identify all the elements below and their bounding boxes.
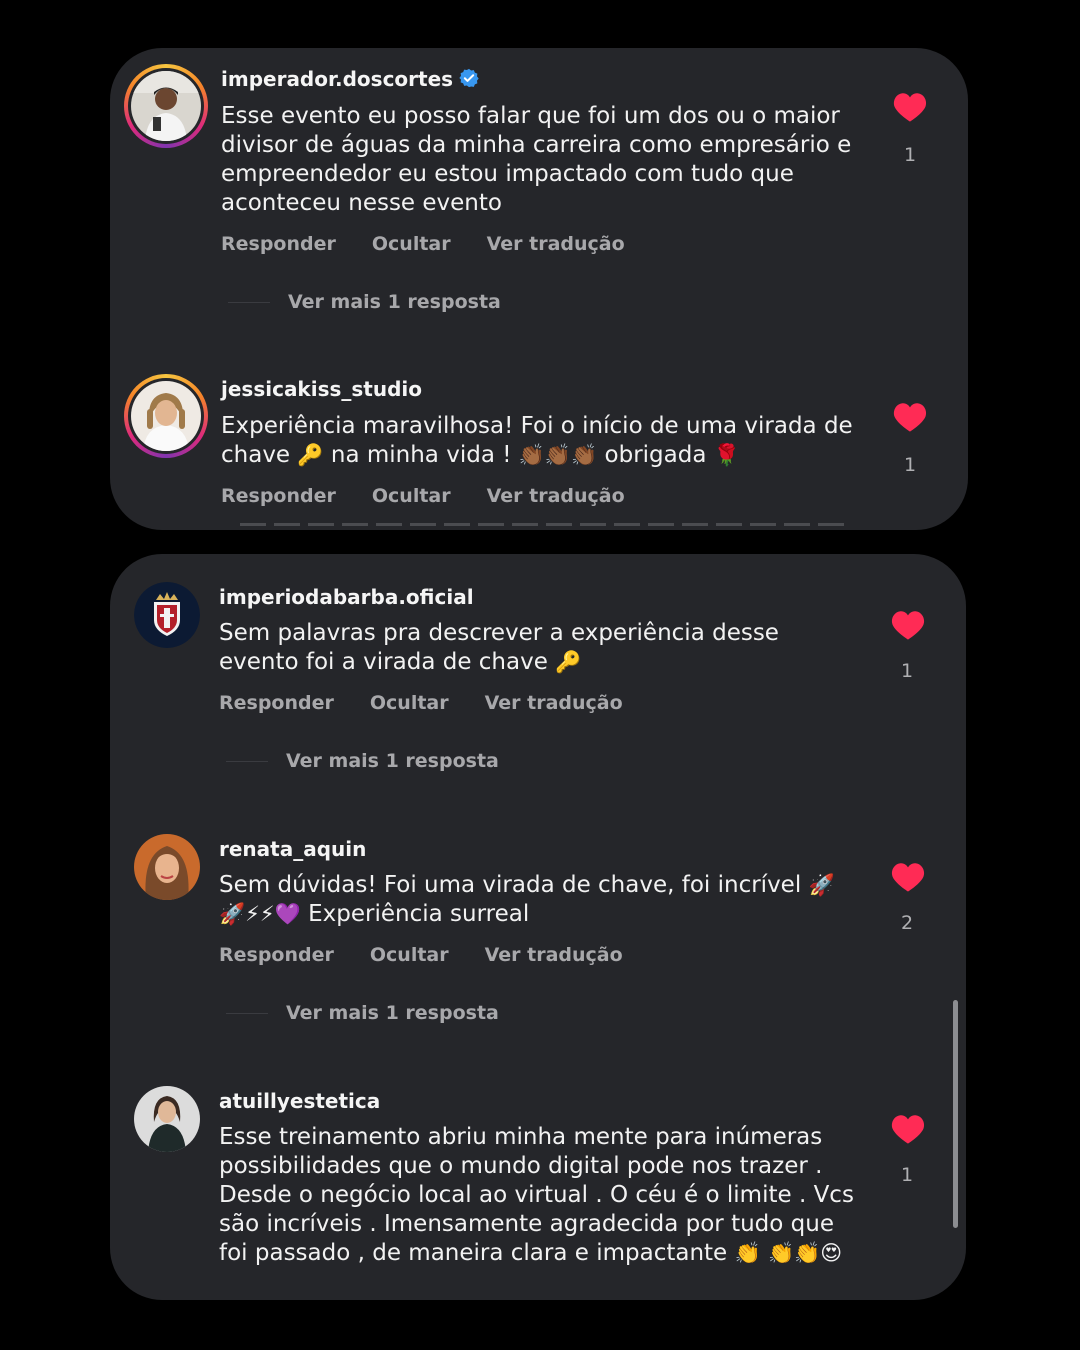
scrollbar[interactable] bbox=[953, 1000, 958, 1228]
comment-actions: Responder Ocultar Ver tradução bbox=[221, 233, 661, 255]
person-avatar-icon bbox=[134, 1086, 200, 1152]
like-heart-icon[interactable] bbox=[890, 861, 926, 893]
avatar-story-ring[interactable] bbox=[124, 374, 208, 458]
translate-button[interactable]: Ver tradução bbox=[487, 485, 625, 507]
translate-button[interactable]: Ver tradução bbox=[487, 233, 625, 255]
like-count: 1 bbox=[903, 144, 917, 166]
clap-emoji: 👏🏾👏🏾👏🏾 bbox=[518, 443, 598, 467]
comment-text: Esse treinamento abriu minha mente para … bbox=[219, 1124, 854, 1266]
translate-button[interactable]: Ver tradução bbox=[485, 944, 623, 966]
view-replies-button[interactable]: Ver mais 1 resposta bbox=[228, 291, 501, 313]
view-replies-label: Ver mais 1 resposta bbox=[286, 750, 499, 772]
clap-emoji: 👏 bbox=[734, 1241, 761, 1265]
person-avatar-icon bbox=[131, 71, 201, 141]
rose-emoji: 🌹 bbox=[713, 443, 740, 467]
translate-button[interactable]: Ver tradução bbox=[485, 692, 623, 714]
comment-text: Esse evento eu posso falar que foi um do… bbox=[221, 103, 852, 216]
like-count: 1 bbox=[900, 1164, 914, 1186]
username[interactable]: renata_aquin bbox=[219, 837, 366, 861]
view-replies-button[interactable]: Ver mais 1 resposta bbox=[226, 1002, 499, 1024]
hide-button[interactable]: Ocultar bbox=[372, 485, 451, 507]
like-count: 1 bbox=[900, 660, 914, 682]
reply-button[interactable]: Responder bbox=[219, 944, 334, 966]
username[interactable]: atuillyestetica bbox=[219, 1089, 380, 1113]
like-count: 1 bbox=[903, 454, 917, 476]
reply-button[interactable]: Responder bbox=[221, 485, 336, 507]
emoji-group: 👏👏😍 bbox=[768, 1241, 843, 1265]
avatar[interactable] bbox=[134, 582, 200, 648]
divider bbox=[226, 1013, 268, 1014]
username[interactable]: jessicakiss_studio bbox=[221, 377, 422, 401]
username[interactable]: imperador.doscortes bbox=[221, 67, 453, 91]
comments-card-2: imperiodabarba.oficial Sem palavras pra … bbox=[110, 554, 966, 1300]
key-emoji: 🔑 bbox=[555, 650, 582, 674]
avatar[interactable] bbox=[134, 1086, 200, 1152]
like-heart-icon[interactable] bbox=[890, 1113, 926, 1145]
like-heart-icon[interactable] bbox=[892, 401, 928, 433]
key-emoji: 🔑 bbox=[297, 443, 324, 467]
like-heart-icon[interactable] bbox=[890, 609, 926, 641]
comment-text: Sem palavras pra descrever a experiência… bbox=[219, 620, 779, 675]
comments-card-1: imperador.doscortes Esse evento eu posso… bbox=[110, 48, 968, 530]
comment-text: Sem dúvidas! Foi uma virada de chave, fo… bbox=[219, 872, 835, 927]
comment-actions: Responder Ocultar Ver tradução bbox=[219, 692, 659, 714]
hide-button[interactable]: Ocultar bbox=[370, 944, 449, 966]
like-count: 2 bbox=[900, 912, 914, 934]
verified-badge-icon bbox=[459, 68, 479, 88]
avatar-story-ring[interactable] bbox=[124, 64, 208, 148]
view-replies-button[interactable]: Ver mais 1 resposta bbox=[226, 750, 499, 772]
rocket-emoji: 🚀 bbox=[808, 873, 835, 897]
hide-button[interactable]: Ocultar bbox=[370, 692, 449, 714]
view-replies-label: Ver mais 1 resposta bbox=[286, 1002, 499, 1024]
barbershop-logo-icon bbox=[134, 582, 200, 648]
emoji-group: 🚀⚡⚡💜 bbox=[219, 902, 301, 926]
view-replies-label: Ver mais 1 resposta bbox=[288, 291, 501, 313]
divider bbox=[226, 761, 268, 762]
divider bbox=[228, 302, 270, 303]
comment-actions: Responder Ocultar Ver tradução bbox=[221, 485, 661, 507]
like-heart-icon[interactable] bbox=[892, 91, 928, 123]
person-avatar-icon bbox=[134, 834, 200, 900]
reply-button[interactable]: Responder bbox=[221, 233, 336, 255]
partial-hidden-text bbox=[240, 523, 850, 526]
comment-actions: Responder Ocultar Ver tradução bbox=[219, 944, 659, 966]
hide-button[interactable]: Ocultar bbox=[372, 233, 451, 255]
reply-button[interactable]: Responder bbox=[219, 692, 334, 714]
username[interactable]: imperiodabarba.oficial bbox=[219, 585, 474, 609]
avatar[interactable] bbox=[134, 834, 200, 900]
person-avatar-icon bbox=[131, 381, 201, 451]
comment-text: Experiência maravilhosa! Foi o início de… bbox=[221, 413, 853, 468]
